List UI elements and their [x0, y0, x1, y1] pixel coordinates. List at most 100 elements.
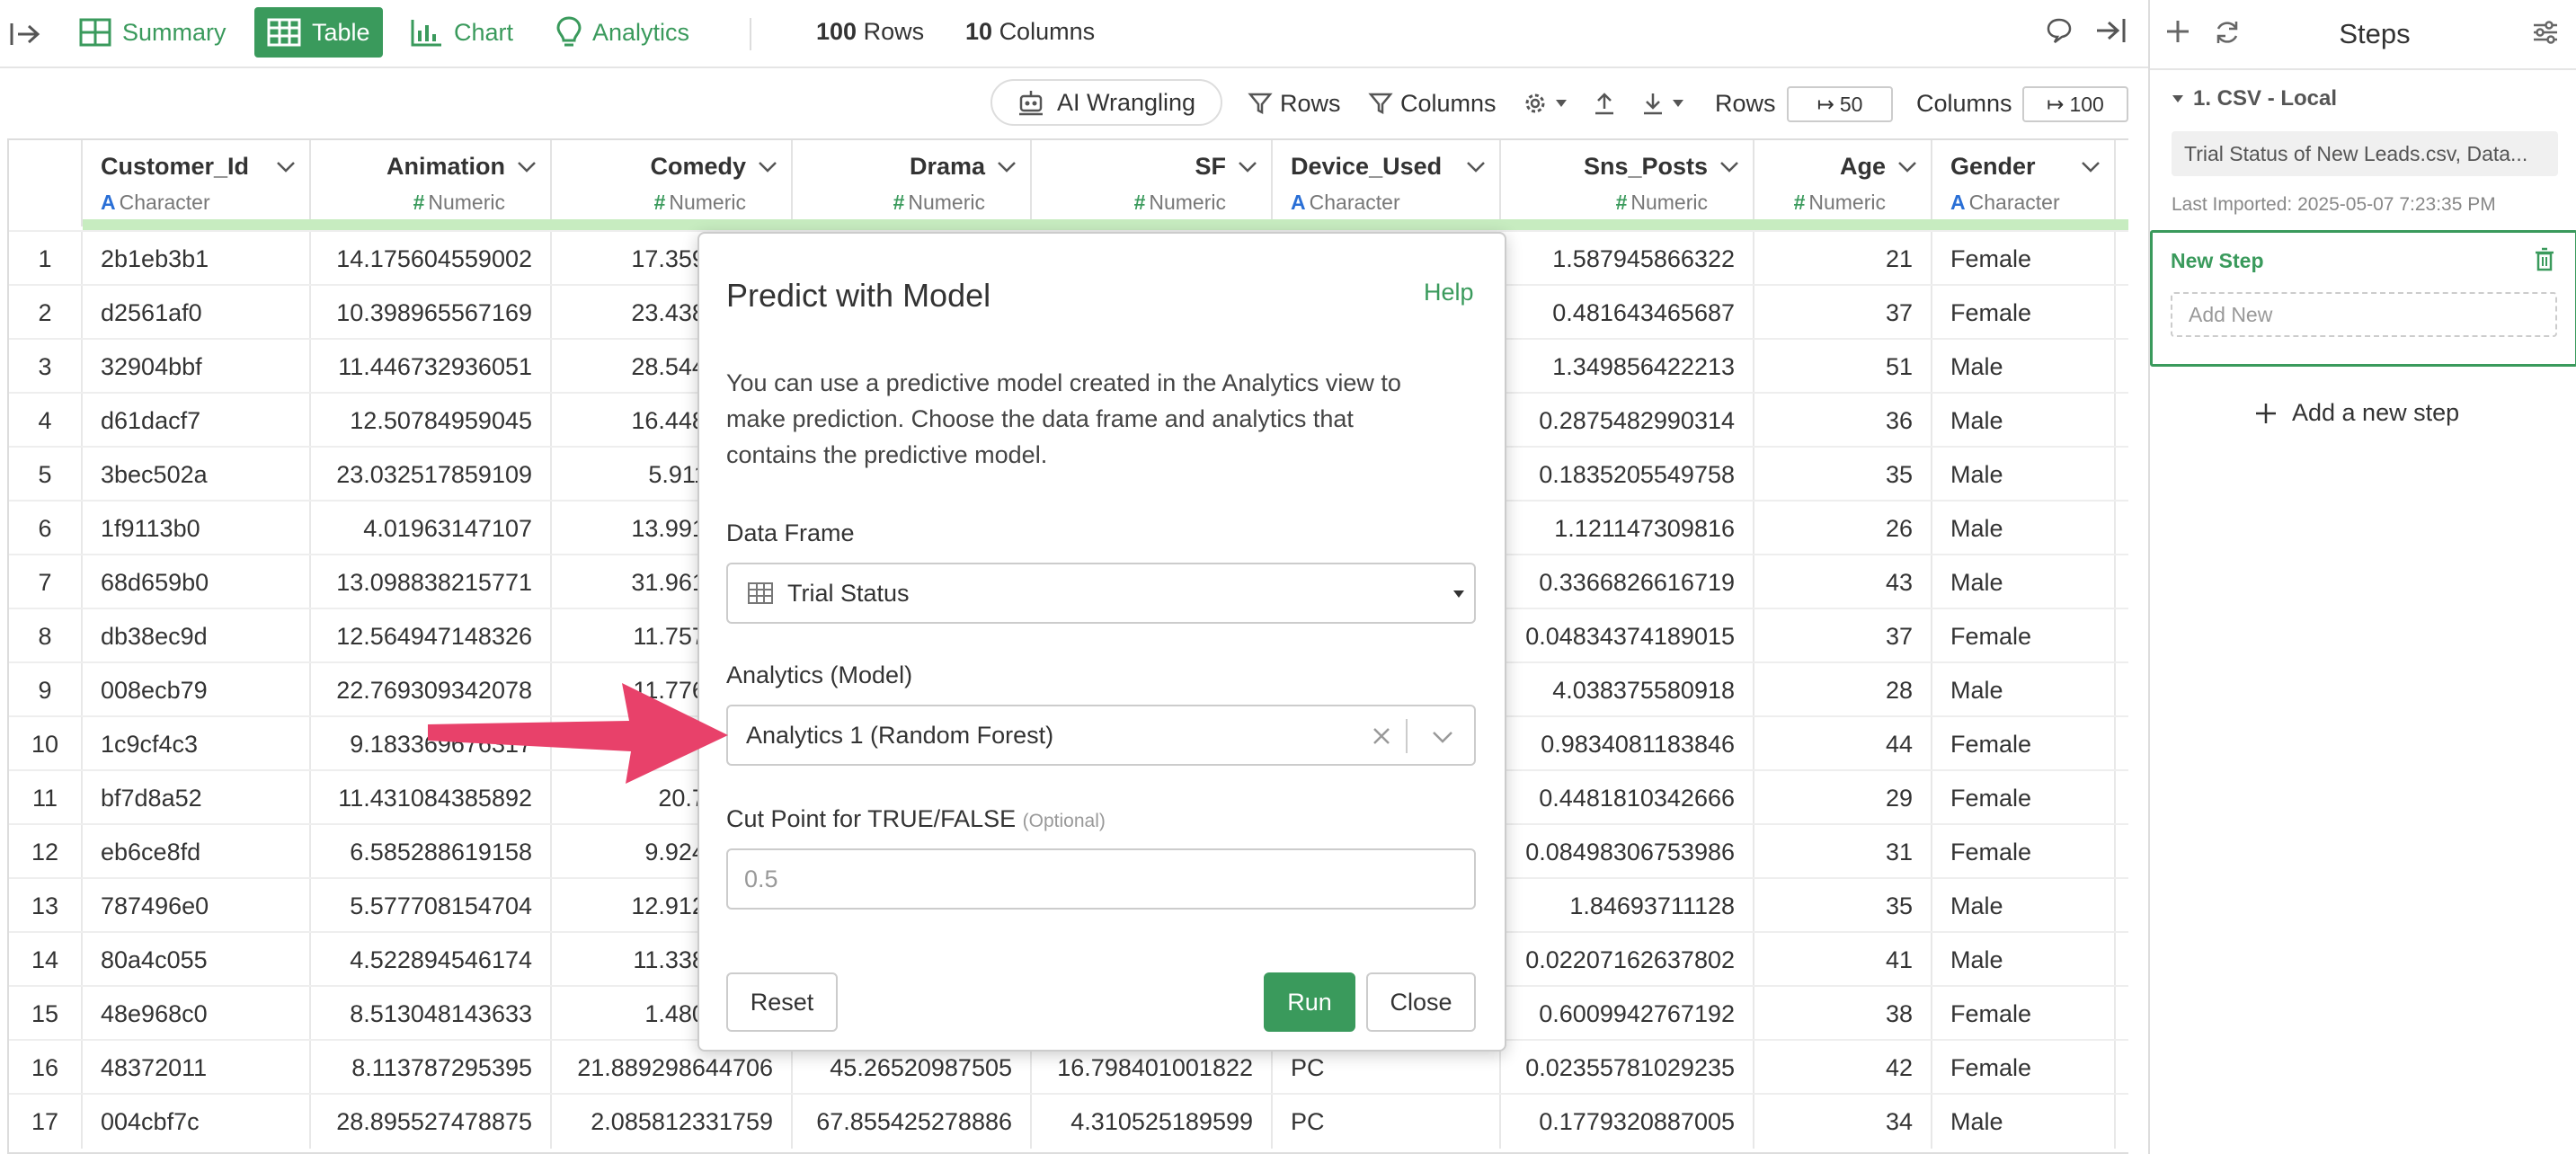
- table-cell[interactable]: 43: [1754, 555, 1932, 609]
- table-cell[interactable]: Female: [1932, 771, 2116, 825]
- table-cell[interactable]: 42: [1754, 1041, 1932, 1095]
- table-cell[interactable]: 1f9113b0: [83, 502, 311, 555]
- table-cell[interactable]: 787496e0: [83, 879, 311, 933]
- settings-dropdown[interactable]: [1523, 81, 1575, 126]
- table-cell[interactable]: Male: [1932, 502, 2116, 555]
- chevron-down-icon[interactable]: [1465, 160, 1487, 174]
- column-header[interactable]: SF # Numeric: [1032, 140, 1273, 226]
- table-cell[interactable]: 4.01963147107: [311, 502, 552, 555]
- chevron-down-icon[interactable]: [275, 160, 297, 174]
- table-cell[interactable]: Male: [1932, 1095, 2116, 1149]
- add-new-input[interactable]: Add New: [2171, 292, 2557, 337]
- table-cell[interactable]: 0.02207162637802: [1501, 933, 1754, 987]
- table-cell[interactable]: 0.2875482990314: [1501, 394, 1754, 448]
- table-cell[interactable]: 21: [1754, 232, 1932, 286]
- table-cell[interactable]: 1.84693711128: [1501, 879, 1754, 933]
- refresh-icon[interactable]: [2213, 18, 2242, 51]
- table-cell[interactable]: 0.481643465687: [1501, 286, 1754, 340]
- table-cell[interactable]: 5.577708154704: [311, 879, 552, 933]
- table-cell[interactable]: 80a4c055: [83, 933, 311, 987]
- table-cell[interactable]: bf7d8a52: [83, 771, 311, 825]
- source-step-header[interactable]: 1. CSV - Local: [2172, 86, 2337, 111]
- run-button[interactable]: Run: [1264, 972, 1355, 1032]
- source-file[interactable]: Trial Status of New Leads.csv, Data...: [2172, 131, 2558, 176]
- table-cell[interactable]: 0.02355781029235: [1501, 1041, 1754, 1095]
- table-cell[interactable]: 48372011: [83, 1041, 311, 1095]
- table-cell[interactable]: Female: [1932, 825, 2116, 879]
- table-cell[interactable]: 0.1779320887005: [1501, 1095, 1754, 1149]
- chevron-down-icon[interactable]: [757, 160, 778, 174]
- table-cell[interactable]: Male: [1932, 933, 2116, 987]
- rows-limit-input[interactable]: ↦ 50: [1787, 86, 1893, 122]
- table-cell[interactable]: 0.6009942767192: [1501, 987, 1754, 1041]
- reset-button[interactable]: Reset: [726, 972, 838, 1032]
- tab-table[interactable]: Table: [254, 7, 383, 58]
- chevron-down-icon[interactable]: [516, 160, 537, 174]
- table-cell[interactable]: d2561af0: [83, 286, 311, 340]
- table-cell[interactable]: 35: [1754, 879, 1932, 933]
- table-cell[interactable]: eb6ce8fd: [83, 825, 311, 879]
- table-cell[interactable]: 1.587945866322: [1501, 232, 1754, 286]
- chevron-down-icon[interactable]: [1896, 160, 1918, 174]
- table-cell[interactable]: 004cbf7c: [83, 1095, 311, 1149]
- table-cell[interactable]: PC: [1273, 1095, 1501, 1149]
- table-cell[interactable]: 38: [1754, 987, 1932, 1041]
- table-cell[interactable]: 41: [1754, 933, 1932, 987]
- table-cell[interactable]: 35: [1754, 448, 1932, 502]
- chevron-down-icon[interactable]: [2080, 160, 2101, 174]
- table-cell[interactable]: 10.398965567169: [311, 286, 552, 340]
- column-header[interactable]: Animation # Numeric: [311, 140, 552, 226]
- table-cell[interactable]: 0.4481810342666: [1501, 771, 1754, 825]
- upload-button[interactable]: [1593, 81, 1623, 126]
- table-cell[interactable]: 28.895527478875: [311, 1095, 552, 1149]
- table-cell[interactable]: 4.038375580918: [1501, 663, 1754, 717]
- table-cell[interactable]: 008ecb79: [83, 663, 311, 717]
- table-cell[interactable]: 28: [1754, 663, 1932, 717]
- table-cell[interactable]: 0.9834081183846: [1501, 717, 1754, 771]
- table-cell[interactable]: Female: [1932, 1041, 2116, 1095]
- table-cell[interactable]: 37: [1754, 609, 1932, 663]
- table-cell[interactable]: 48e968c0: [83, 987, 311, 1041]
- tab-summary[interactable]: Summary: [67, 7, 239, 58]
- column-header[interactable]: Age # Numeric: [1754, 140, 1932, 226]
- table-cell[interactable]: db38ec9d: [83, 609, 311, 663]
- table-cell[interactable]: 12.564947148326: [311, 609, 552, 663]
- tab-chart[interactable]: Chart: [398, 7, 526, 58]
- table-cell[interactable]: 36: [1754, 394, 1932, 448]
- column-header[interactable]: Customer_Id A Character: [83, 140, 311, 226]
- table-cell[interactable]: Female: [1932, 232, 2116, 286]
- table-cell[interactable]: 8.113787295395: [311, 1041, 552, 1095]
- chevron-down-icon[interactable]: [1431, 730, 1454, 744]
- table-cell[interactable]: 51: [1754, 340, 1932, 394]
- column-header[interactable]: Comedy # Numeric: [552, 140, 793, 226]
- table-cell[interactable]: 68d659b0: [83, 555, 311, 609]
- table-row[interactable]: 17 004cbf7c 28.895527478875 2.085812331759 6…: [9, 1093, 2128, 1149]
- column-header[interactable]: Drama # Numeric: [793, 140, 1032, 226]
- table-cell[interactable]: 29: [1754, 771, 1932, 825]
- rows-filter-button[interactable]: Rows: [1248, 81, 1341, 126]
- cut-point-input[interactable]: 0.5: [726, 848, 1476, 910]
- collapse-right-icon[interactable]: [2094, 16, 2127, 49]
- table-cell[interactable]: 4.522894546174: [311, 933, 552, 987]
- table-cell[interactable]: 4.310525189599: [1032, 1095, 1273, 1149]
- table-cell[interactable]: Male: [1932, 340, 2116, 394]
- table-cell[interactable]: 1.121147309816: [1501, 502, 1754, 555]
- table-cell[interactable]: 32904bbf: [83, 340, 311, 394]
- table-cell[interactable]: 3bec502a: [83, 448, 311, 502]
- analytics-select[interactable]: Analytics 1 (Random Forest): [726, 705, 1476, 766]
- chevron-down-icon[interactable]: [996, 160, 1017, 174]
- table-cell[interactable]: Female: [1932, 987, 2116, 1041]
- clear-icon[interactable]: [1372, 726, 1391, 746]
- column-header[interactable]: Sns_Posts # Numeric: [1501, 140, 1754, 226]
- help-link[interactable]: Help: [1424, 279, 1474, 306]
- ai-wrangling-button[interactable]: AI Wrangling: [990, 79, 1223, 126]
- table-cell[interactable]: 0.08498306753986: [1501, 825, 1754, 879]
- table-cell[interactable]: Female: [1932, 286, 2116, 340]
- table-cell[interactable]: 8.513048143633: [311, 987, 552, 1041]
- table-cell[interactable]: 34: [1754, 1095, 1932, 1149]
- table-cell[interactable]: Male: [1932, 879, 2116, 933]
- download-dropdown[interactable]: [1641, 81, 1692, 126]
- table-cell[interactable]: 0.1835205549758: [1501, 448, 1754, 502]
- table-cell[interactable]: Male: [1932, 555, 2116, 609]
- collapse-left-icon[interactable]: [7, 16, 43, 52]
